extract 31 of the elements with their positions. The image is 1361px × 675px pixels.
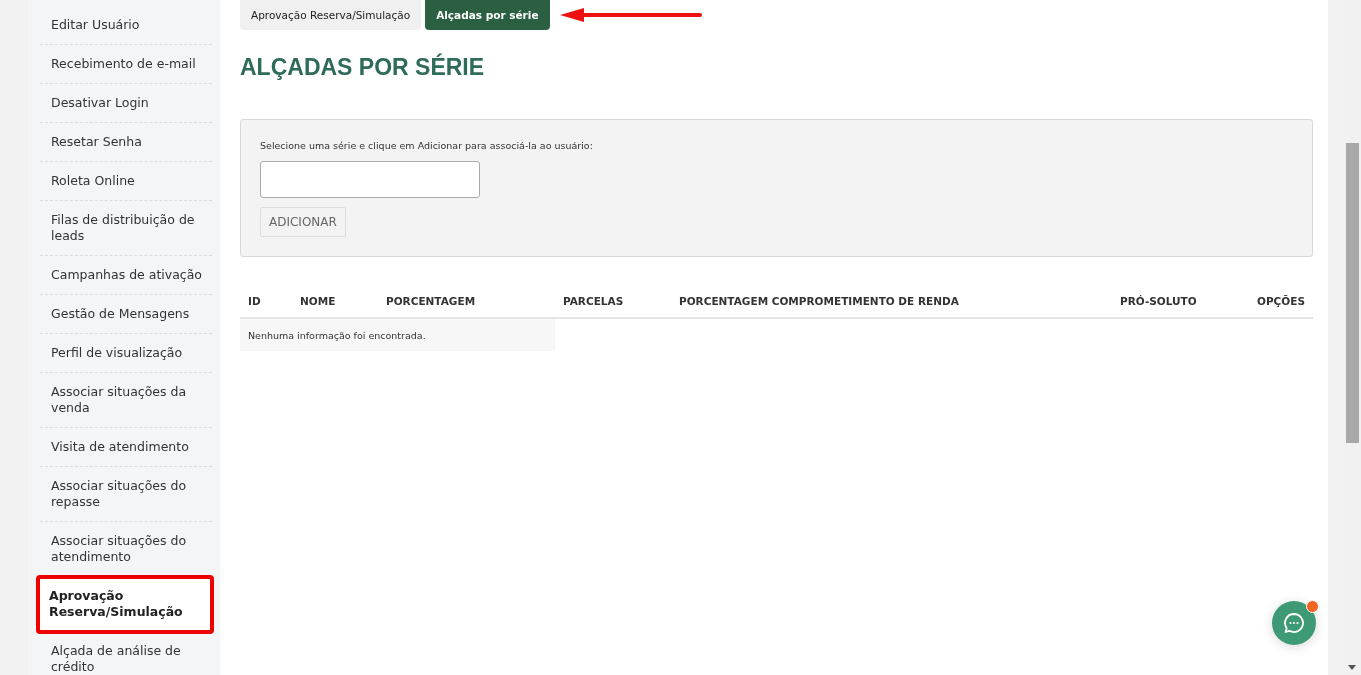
series-input-field[interactable] <box>260 161 480 198</box>
column-header: PORCENTAGEM <box>386 294 477 309</box>
sidebar-item[interactable]: Campanhas de ativação <box>40 256 212 295</box>
sidebar-item[interactable]: Associar situações da venda <box>40 373 212 428</box>
sidebar-item[interactable]: Aprovação Reserva/Simulação <box>38 577 212 632</box>
tab[interactable]: Alçadas por série <box>425 0 550 30</box>
sidebar-item[interactable]: Associar situações do repasse <box>40 467 212 522</box>
column-header: PRÓ-SOLUTO <box>1120 294 1198 309</box>
scrollbar-thumb[interactable] <box>1346 143 1359 443</box>
chat-bubble-icon <box>1283 612 1305 634</box>
column-header: ID <box>248 294 262 309</box>
instruction-text: Selecione uma série e clique em Adicionar para associá-la ao usuário: <box>260 140 594 151</box>
sidebar-item[interactable]: Visita de atendimento <box>40 428 212 467</box>
sidebar-item[interactable]: Resetar Senha <box>40 123 212 162</box>
add-button[interactable]: ADICIONAR <box>260 207 346 237</box>
empty-message: Nenhuma informação foi encontrada. <box>240 319 555 351</box>
sidebar-item[interactable]: Desativar Login <box>40 84 212 123</box>
scroll-down-icon[interactable] <box>1348 665 1356 670</box>
page-title: ALÇADAS POR SÉRIE <box>240 54 486 81</box>
tab[interactable]: Aprovação Reserva/Simulação <box>240 0 422 30</box>
sidebar-item[interactable]: Editar Usuário <box>40 6 212 45</box>
sidebar-item[interactable]: Recebimento de e-mail <box>40 45 212 84</box>
sidebar-item[interactable]: Perfil de visualização <box>40 334 212 373</box>
column-header: NOME <box>300 294 337 309</box>
column-header: OPÇÕES <box>1257 294 1305 309</box>
column-header: PORCENTAGEM COMPROMETIMENTO DE RENDA <box>679 294 960 309</box>
sidebar-item[interactable]: Filas de distribuição de leads <box>40 201 212 256</box>
column-header: PARCELAS <box>563 294 625 309</box>
sidebar-item[interactable]: Alçada de análise de crédito <box>40 632 212 675</box>
sidebar-item[interactable]: Gestão de Mensagens <box>40 295 212 334</box>
sidebar-item[interactable]: Roleta Online <box>40 162 212 201</box>
